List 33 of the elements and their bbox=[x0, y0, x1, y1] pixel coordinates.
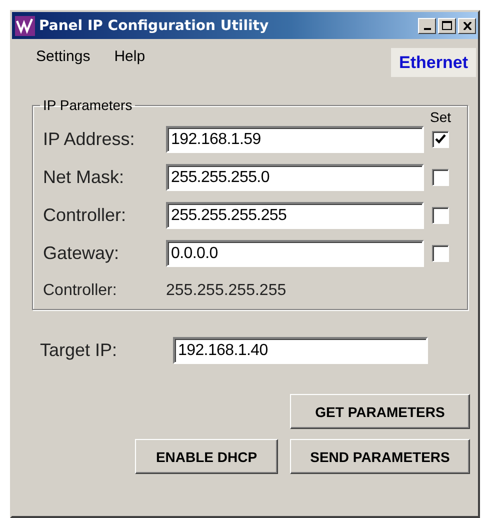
group-title: IP Parameters bbox=[42, 97, 134, 113]
field-label: Controller: bbox=[43, 205, 128, 226]
text-field[interactable]: 0.0.0.0 bbox=[166, 240, 424, 267]
text-field[interactable]: 192.168.1.40 bbox=[173, 337, 428, 364]
set-checkbox[interactable] bbox=[432, 169, 449, 186]
set-checkbox[interactable] bbox=[432, 207, 449, 224]
field-label: Controller: bbox=[43, 282, 118, 300]
text-field[interactable]: 255.255.255.255 bbox=[166, 202, 424, 229]
field-label: IP Address: bbox=[43, 129, 136, 150]
text-field[interactable]: 255.255.255.0 bbox=[166, 164, 424, 191]
minimize-button[interactable] bbox=[418, 18, 436, 34]
maximize-icon bbox=[442, 21, 452, 30]
set-checkbox[interactable] bbox=[432, 131, 449, 148]
text-field[interactable]: 192.168.1.59 bbox=[166, 126, 424, 153]
field-label: Target IP: bbox=[40, 340, 118, 361]
action-button[interactable]: ENABLE DHCP bbox=[135, 439, 278, 474]
app-logo-icon bbox=[15, 16, 35, 36]
checkmark-icon bbox=[434, 133, 447, 146]
action-button[interactable]: GET PARAMETERS bbox=[290, 394, 470, 429]
field-label: Gateway: bbox=[43, 243, 120, 264]
field-label: Net Mask: bbox=[43, 167, 126, 188]
set-checkbox[interactable] bbox=[432, 245, 449, 262]
close-icon bbox=[462, 22, 472, 30]
maximize-button[interactable] bbox=[438, 18, 456, 34]
menu-item[interactable]: Settings bbox=[24, 48, 102, 77]
window-title: Panel IP Configuration Utility bbox=[39, 18, 270, 34]
action-button[interactable]: SEND PARAMETERS bbox=[290, 439, 470, 474]
minimize-icon bbox=[424, 28, 430, 30]
close-button[interactable] bbox=[458, 18, 476, 34]
menu-item[interactable]: Help bbox=[102, 48, 158, 77]
tab[interactable]: Ethernet bbox=[391, 48, 476, 77]
column-header: Set bbox=[430, 109, 451, 125]
controller-address: 255.255.255.255 bbox=[166, 282, 288, 300]
